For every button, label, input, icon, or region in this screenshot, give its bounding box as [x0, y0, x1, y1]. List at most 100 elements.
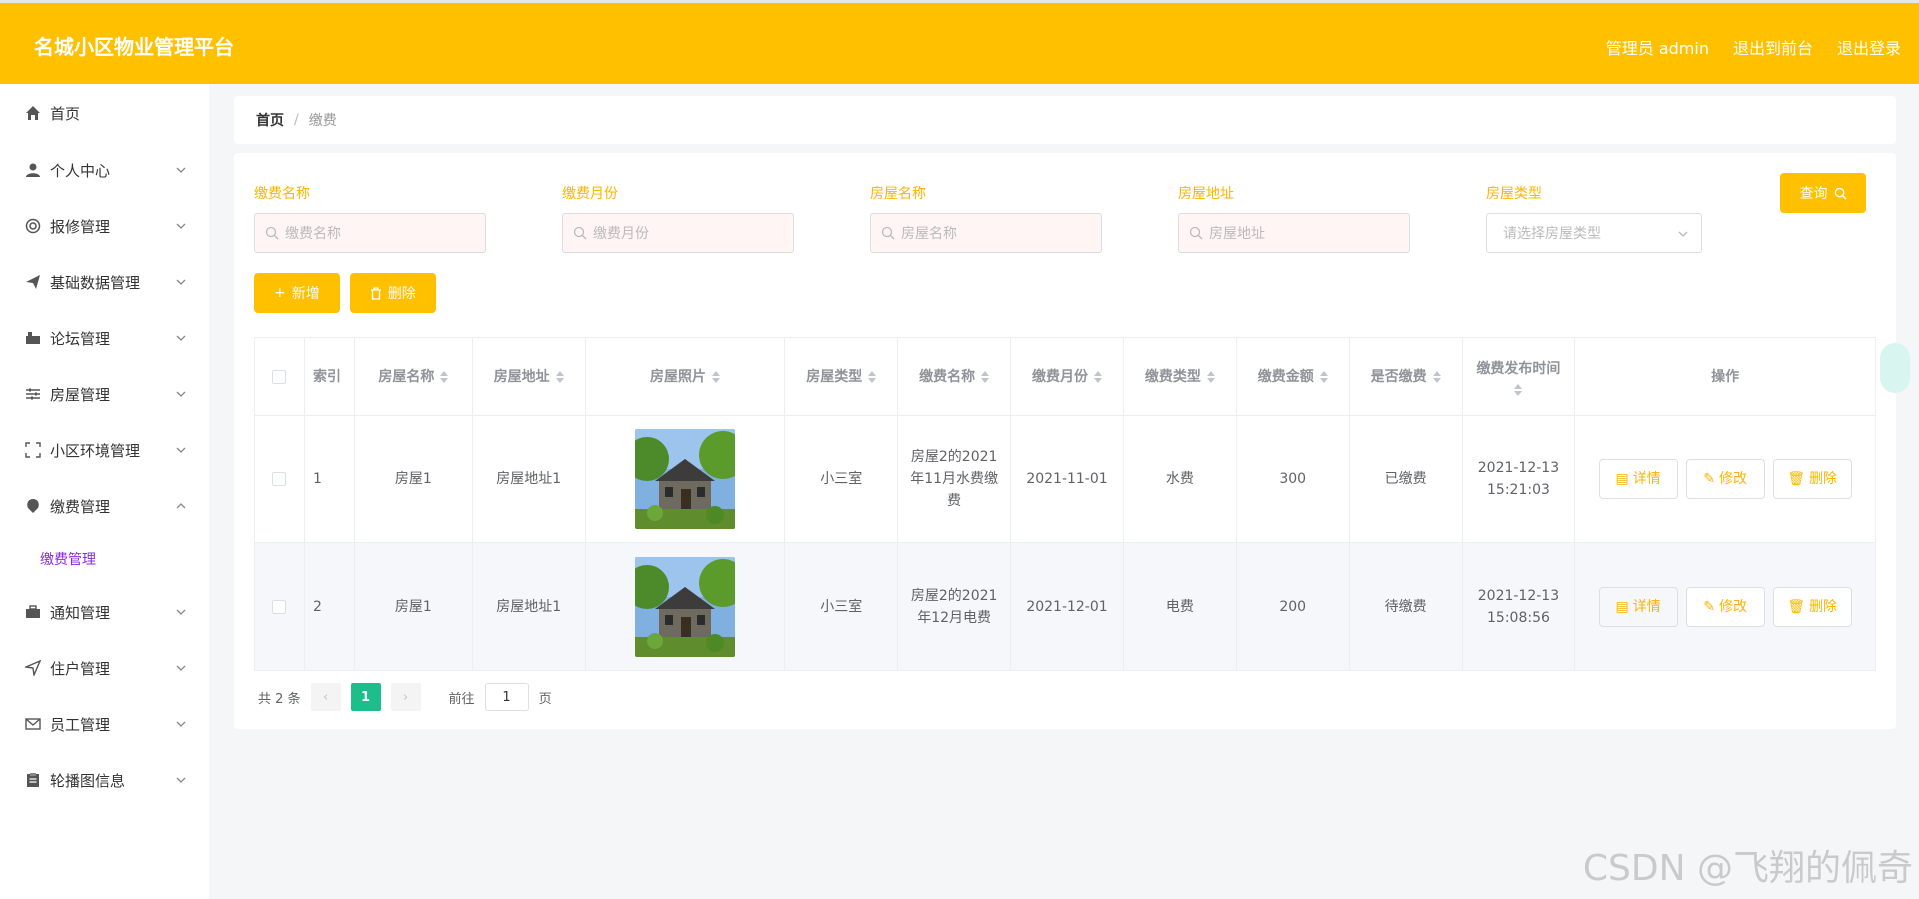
sidebar-item-forum[interactable]: 论坛管理 [0, 310, 209, 366]
detail-button[interactable]: ▤ 详情 [1598, 586, 1678, 627]
chevron-down-icon [176, 223, 186, 229]
header-label: 缴费类型 [1144, 368, 1201, 385]
sidebar-item-profile[interactable]: 个人中心 [0, 142, 209, 198]
prev-page-button[interactable]: ‹ [310, 683, 341, 711]
sort-icon[interactable] [440, 370, 449, 383]
header-cell[interactable]: 缴费类型 [1124, 338, 1237, 415]
add-button[interactable]: + 新增 [254, 273, 340, 313]
sidebar-item-environment[interactable]: 小区环境管理 [0, 422, 209, 478]
search-icon [881, 226, 895, 240]
header-label: 操作 [1711, 368, 1740, 385]
sort-icon[interactable] [1514, 383, 1523, 396]
sidebar-item-home[interactable]: 首页 [0, 84, 209, 142]
header-cell[interactable]: 缴费发布时间 [1463, 338, 1576, 415]
goto-page-input[interactable]: 1 [484, 683, 529, 711]
house-photo[interactable] [634, 556, 735, 657]
header-label: 房屋名称 [378, 368, 435, 385]
query-label: 查询 [1799, 186, 1828, 202]
sidebar-item-staff[interactable]: 员工管理 [0, 696, 209, 752]
side-drawer-handle[interactable] [1880, 343, 1910, 393]
breadcrumb-home[interactable]: 首页 [256, 110, 284, 130]
header-cell[interactable]: 房屋地址 [473, 338, 586, 415]
sort-icon[interactable] [1206, 370, 1215, 383]
row-select-cell [255, 543, 305, 670]
select-all-checkbox[interactable] [272, 369, 287, 384]
header-cell[interactable]: 是否缴费 [1350, 338, 1463, 415]
sidebar-item-label: 报修管理 [50, 217, 111, 236]
admin-user-link[interactable]: 管理员 admin [1606, 35, 1709, 59]
house-name-input[interactable]: 房屋名称 [870, 213, 1102, 253]
row-delete-button[interactable]: 🗑 删除 [1772, 586, 1852, 627]
user-icon [24, 161, 42, 179]
breadcrumb-separator: / [294, 112, 299, 128]
detail-label: 详情 [1632, 598, 1661, 615]
sort-icon[interactable] [711, 370, 720, 383]
table-row: 2 房屋1 房屋地址1 小三室 房屋2的2021年12月电费 2021-12-0… [255, 543, 1875, 670]
fee-month-input[interactable]: 缴费月份 [562, 213, 794, 253]
total-count: 共 2 条 [258, 691, 301, 707]
row-checkbox[interactable] [272, 599, 287, 614]
house-address-cell: 房屋地址1 [473, 543, 586, 670]
sort-icon[interactable] [868, 370, 877, 383]
filter-label: 房屋名称 [870, 186, 926, 202]
filter-fee-name: 缴费名称 缴费名称 [254, 183, 486, 253]
publish-time-cell: 2021-12-13 15:21:03 [1463, 416, 1576, 542]
header-cell[interactable]: 房屋照片 [586, 338, 786, 415]
fee-name-input[interactable]: 缴费名称 [254, 213, 486, 253]
sort-icon[interactable] [981, 370, 990, 383]
add-label: 新增 [291, 286, 320, 302]
logout-link[interactable]: 退出登录 [1837, 35, 1901, 59]
sidebar-item-payment[interactable]: 缴费管理 [0, 478, 209, 534]
chevron-down-icon [176, 279, 186, 285]
fee-type-cell: 电费 [1124, 543, 1237, 670]
row-delete-button[interactable]: 🗑 删除 [1772, 459, 1852, 499]
next-page-button[interactable]: › [390, 683, 421, 711]
sidebar-item-notice[interactable]: 通知管理 [0, 584, 209, 640]
send-icon [24, 273, 42, 291]
fee-type-cell: 水费 [1124, 416, 1237, 542]
sort-icon[interactable] [555, 370, 564, 383]
header-cell[interactable]: 缴费名称 [898, 338, 1012, 415]
header-cell[interactable]: 缴费月份 [1011, 338, 1124, 415]
chevron-right-icon: › [402, 689, 409, 705]
header-cell[interactable]: 缴费金额 [1237, 338, 1350, 415]
sidebar-item-label: 论坛管理 [50, 329, 111, 348]
detail-button[interactable]: ▤ 详情 [1598, 459, 1678, 499]
header-label: 缴费金额 [1257, 368, 1314, 385]
row-checkbox[interactable] [272, 472, 287, 486]
house-address-input[interactable]: 房屋地址 [1178, 213, 1410, 253]
back-to-front-link[interactable]: 退出到前台 [1733, 35, 1813, 59]
sidebar-item-basic-data[interactable]: 基础数据管理 [0, 254, 209, 310]
input-placeholder: 房屋名称 [901, 226, 957, 242]
sort-icon[interactable] [1319, 370, 1328, 383]
house-type-select[interactable]: 请选择房屋类型 [1486, 213, 1702, 253]
search-icon [265, 226, 279, 240]
main-content: 首页 / 缴费 缴费名称 缴费名称 缴费月份 缴费月份 房屋名称 房屋名称 房屋… [234, 96, 1910, 729]
header-cell[interactable]: 房屋名称 [355, 338, 473, 415]
paid-status-cell: 待缴费 [1350, 543, 1463, 670]
sidebar-item-label: 员工管理 [50, 715, 111, 734]
detail-label: 详情 [1632, 471, 1661, 487]
page-number-current[interactable]: 1 [350, 683, 381, 711]
trash-icon [370, 286, 381, 300]
sidebar-item-resident[interactable]: 住户管理 [0, 640, 209, 696]
submenu-item-payment-management[interactable]: 缴费管理 [0, 534, 209, 584]
index-cell: 1 [305, 416, 355, 542]
house-photo[interactable] [634, 429, 735, 529]
sidebar-item-carousel[interactable]: 轮播图信息 [0, 752, 209, 808]
settings-icon [24, 217, 42, 235]
sidebar-item-house[interactable]: 房屋管理 [0, 366, 209, 422]
edit-button[interactable]: ✎ 修改 [1685, 586, 1765, 627]
edit-button[interactable]: ✎ 修改 [1685, 459, 1765, 499]
query-button[interactable]: 查询 [1780, 173, 1866, 213]
house-photo-cell [586, 416, 786, 542]
publish-time-cell: 2021-12-13 15:08:56 [1463, 543, 1576, 670]
payment-icon [24, 497, 42, 515]
sort-icon[interactable] [1432, 370, 1441, 383]
header-cell[interactable]: 房屋类型 [785, 338, 899, 415]
sidebar-item-repair[interactable]: 报修管理 [0, 198, 209, 254]
chevron-up-icon [176, 503, 186, 509]
header-cell: 操作 [1575, 338, 1875, 415]
delete-button[interactable]: 删除 [349, 273, 436, 313]
sort-icon[interactable] [1094, 370, 1102, 383]
